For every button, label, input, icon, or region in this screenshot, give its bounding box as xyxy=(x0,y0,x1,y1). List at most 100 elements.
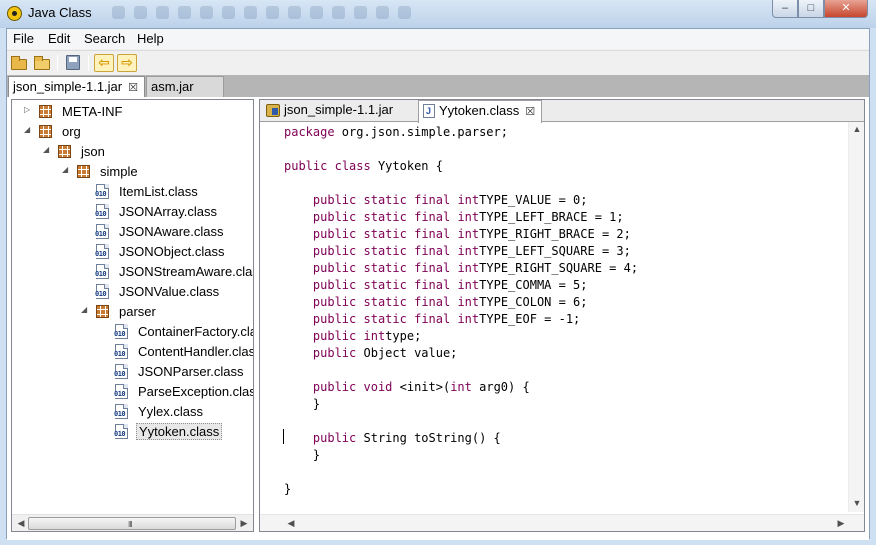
menu-search[interactable]: Search xyxy=(84,31,125,46)
code-keyword: static xyxy=(363,261,407,275)
code-keyword: package xyxy=(284,125,335,139)
code-keyword: public xyxy=(312,261,357,275)
tree-item-label: org xyxy=(62,124,81,139)
collapse-arrow-icon[interactable]: ◢ xyxy=(43,145,53,154)
toolbar: ⇦ ⇨ xyxy=(7,50,869,74)
code-keyword: final xyxy=(414,244,451,258)
scroll-right-arrow-icon[interactable]: ▶ xyxy=(237,518,251,529)
menu-help[interactable]: Help xyxy=(137,31,164,46)
class-file-icon: 010 xyxy=(114,404,130,420)
editor-tab-yytoken[interactable]: Yytoken.class ☒ xyxy=(418,100,543,123)
code-text: TYPE_LEFT_SQUARE = 3; xyxy=(479,244,631,258)
code-keyword: static xyxy=(363,278,407,292)
file-tab-asm[interactable]: asm.jar xyxy=(146,76,224,98)
code-keyword: final xyxy=(414,193,451,207)
editor-vertical-scrollbar[interactable]: ▲ ▼ xyxy=(848,122,864,512)
minimize-button[interactable]: – xyxy=(772,0,798,18)
back-arrow-icon[interactable]: ⇦ xyxy=(94,54,114,72)
code-line: public static final intTYPE_EOF = -1; xyxy=(284,311,580,328)
window-title: Java Class xyxy=(28,5,92,20)
forward-arrow-icon[interactable]: ⇨ xyxy=(117,54,137,72)
tree-item-label: ParseException.class xyxy=(138,384,253,399)
package-icon xyxy=(38,124,54,140)
expand-arrow-icon[interactable]: ▷ xyxy=(24,105,34,114)
scroll-right-arrow-icon[interactable]: ▶ xyxy=(834,518,848,529)
content-area: ▷ META-INF ◢ org ◢ json ◢ simple 010 ItemList.cla… xyxy=(7,97,869,540)
code-text: <init>( xyxy=(392,380,451,394)
package-tree: ▷ META-INF ◢ org ◢ json ◢ simple 010 ItemList.cla… xyxy=(11,99,254,532)
close-tab-icon[interactable]: ☒ xyxy=(525,106,535,118)
menu-file[interactable]: File xyxy=(13,31,34,46)
class-file-icon: 010 xyxy=(95,284,111,300)
radiation-app-icon xyxy=(7,6,22,21)
code-line: public static final intTYPE_RIGHT_BRACE … xyxy=(284,226,631,243)
code-keyword: public xyxy=(312,329,357,343)
jar-icon xyxy=(266,104,280,117)
scrollbar-thumb[interactable]: III xyxy=(28,517,236,530)
maximize-button[interactable]: □ xyxy=(798,0,824,18)
code-view[interactable]: package org.json.simple.parser; public cl… xyxy=(260,122,850,512)
file-tab-json-simple[interactable]: json_simple-1.1.jar ☒ xyxy=(8,76,145,98)
tree-item-label: ContainerFactory.class xyxy=(138,324,253,339)
close-tab-icon[interactable]: ☒ xyxy=(128,82,138,94)
tree-horizontal-scrollbar[interactable]: ◀ III ▶ xyxy=(12,514,253,531)
close-window-button[interactable]: ✕ xyxy=(824,0,868,18)
code-keyword: int xyxy=(450,380,472,394)
class-file-icon: 010 xyxy=(114,424,130,440)
code-text: TYPE_RIGHT_SQUARE = 4; xyxy=(479,261,639,275)
code-text: } xyxy=(284,397,321,411)
open-recent-folder-icon[interactable] xyxy=(33,54,51,71)
open-folder-icon[interactable] xyxy=(10,54,28,71)
code-line: public Object value; xyxy=(284,345,458,362)
collapse-arrow-icon[interactable]: ◢ xyxy=(62,165,72,174)
tree-item-label: JSONParser.class xyxy=(138,364,244,379)
collapse-arrow-icon[interactable]: ◢ xyxy=(81,305,91,314)
code-keyword: public xyxy=(312,380,357,394)
scroll-down-arrow-icon[interactable]: ▼ xyxy=(850,498,864,509)
scroll-left-arrow-icon[interactable]: ◀ xyxy=(14,518,28,529)
code-keyword: final xyxy=(414,227,451,241)
code-keyword: void xyxy=(363,380,393,394)
code-text: Yytoken { xyxy=(370,159,443,173)
code-keyword: public xyxy=(312,278,357,292)
save-icon[interactable] xyxy=(64,54,82,71)
code-keyword: static xyxy=(363,193,407,207)
code-line: public void <init>(int arg0) { xyxy=(284,379,530,396)
class-file-icon: 010 xyxy=(114,344,130,360)
code-keyword: int xyxy=(457,261,480,275)
code-keyword: public xyxy=(312,346,357,360)
tree-item-label: JSONValue.class xyxy=(119,284,220,299)
class-file-icon: 010 xyxy=(114,364,130,380)
code-text: TYPE_LEFT_BRACE = 1; xyxy=(479,210,624,224)
code-line: package org.json.simple.parser; xyxy=(284,124,508,141)
menu-edit[interactable]: Edit xyxy=(48,31,70,46)
editor-tab-jar[interactable]: json_simple-1.1.jar xyxy=(262,100,399,122)
code-text: } xyxy=(284,448,321,462)
tree-item-label: JSONAware.class xyxy=(119,224,224,239)
scroll-left-arrow-icon[interactable]: ◀ xyxy=(284,518,298,529)
code-keyword: final xyxy=(414,312,451,326)
code-text: org.json.simple.parser; xyxy=(334,125,508,139)
code-keyword: public xyxy=(312,210,357,224)
code-keyword: final xyxy=(414,210,451,224)
package-icon xyxy=(95,304,111,320)
tree-item-label: simple xyxy=(100,164,138,179)
code-keyword: final xyxy=(414,278,451,292)
code-line: public String toString() { xyxy=(284,430,501,447)
editor-horizontal-scrollbar[interactable]: ◀ ▶ xyxy=(260,514,864,531)
collapse-arrow-icon[interactable]: ◢ xyxy=(24,125,34,134)
code-keyword: static xyxy=(363,210,407,224)
code-keyword: final xyxy=(414,261,451,275)
code-keyword: int xyxy=(457,210,480,224)
scroll-up-arrow-icon[interactable]: ▲ xyxy=(850,124,864,135)
